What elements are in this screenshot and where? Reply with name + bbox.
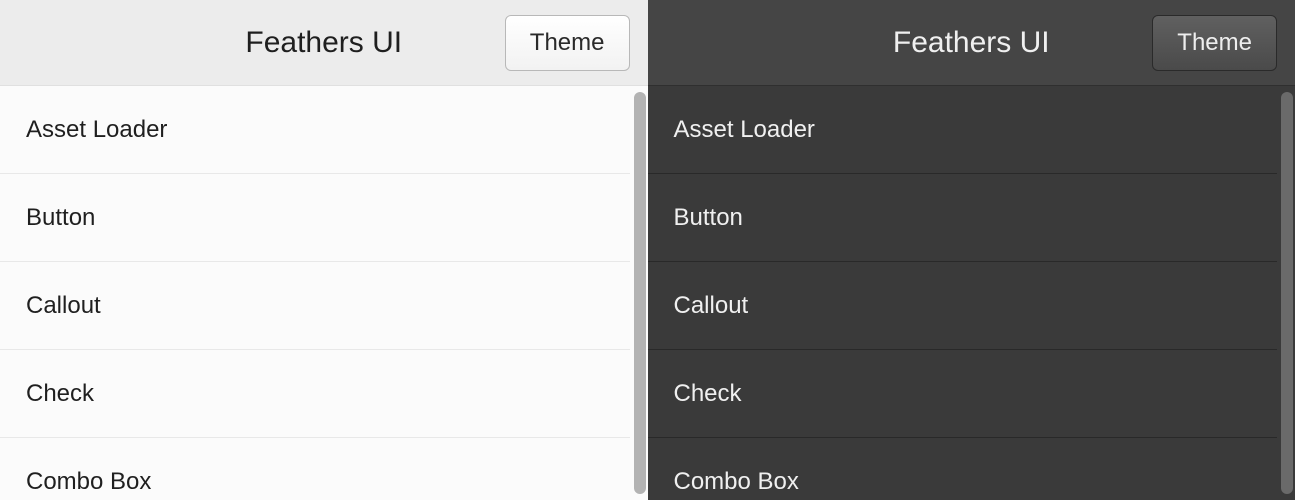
list-item[interactable]: Button bbox=[648, 174, 1278, 262]
list-item-label: Check bbox=[674, 380, 742, 408]
scrollbar-track bbox=[1281, 92, 1293, 494]
list-item-label: Combo Box bbox=[26, 468, 151, 496]
component-list[interactable]: Asset Loader Button Callout Check Combo … bbox=[0, 86, 630, 500]
list-item-label: Button bbox=[674, 204, 743, 232]
list-item-label: Button bbox=[26, 204, 95, 232]
list-item[interactable]: Asset Loader bbox=[0, 86, 630, 174]
dark-list-wrapper: Asset Loader Button Callout Check Combo … bbox=[648, 86, 1295, 500]
scrollbar-thumb[interactable] bbox=[634, 92, 646, 494]
list-item[interactable]: Check bbox=[0, 350, 630, 438]
scrollbar-thumb[interactable] bbox=[1281, 92, 1293, 494]
theme-button-label: Theme bbox=[1177, 29, 1252, 57]
app-title: Feathers UI bbox=[245, 26, 402, 60]
list-item-label: Check bbox=[26, 380, 94, 408]
dark-header: Feathers UI Theme bbox=[648, 0, 1295, 86]
list-item-label: Combo Box bbox=[674, 468, 799, 496]
list-item[interactable]: Callout bbox=[648, 262, 1278, 350]
list-item[interactable]: Combo Box bbox=[648, 438, 1278, 500]
app-title: Feathers UI bbox=[893, 26, 1050, 60]
light-list-wrapper: Asset Loader Button Callout Check Combo … bbox=[0, 86, 648, 500]
light-panel: Feathers UI Theme Asset Loader Button Ca… bbox=[0, 0, 648, 500]
list-item-label: Asset Loader bbox=[26, 116, 167, 144]
list-item[interactable]: Asset Loader bbox=[648, 86, 1278, 174]
scrollbar-track bbox=[634, 92, 646, 494]
theme-button-label: Theme bbox=[530, 29, 605, 57]
list-item-label: Asset Loader bbox=[674, 116, 815, 144]
list-item[interactable]: Callout bbox=[0, 262, 630, 350]
theme-button[interactable]: Theme bbox=[505, 15, 630, 71]
component-list[interactable]: Asset Loader Button Callout Check Combo … bbox=[648, 86, 1278, 500]
list-item[interactable]: Combo Box bbox=[0, 438, 630, 500]
list-item-label: Callout bbox=[674, 292, 749, 320]
light-header: Feathers UI Theme bbox=[0, 0, 648, 86]
list-item[interactable]: Button bbox=[0, 174, 630, 262]
dark-panel: Feathers UI Theme Asset Loader Button Ca… bbox=[648, 0, 1295, 500]
theme-button[interactable]: Theme bbox=[1152, 15, 1277, 71]
list-item[interactable]: Check bbox=[648, 350, 1278, 438]
list-item-label: Callout bbox=[26, 292, 101, 320]
app-container: Feathers UI Theme Asset Loader Button Ca… bbox=[0, 0, 1295, 500]
